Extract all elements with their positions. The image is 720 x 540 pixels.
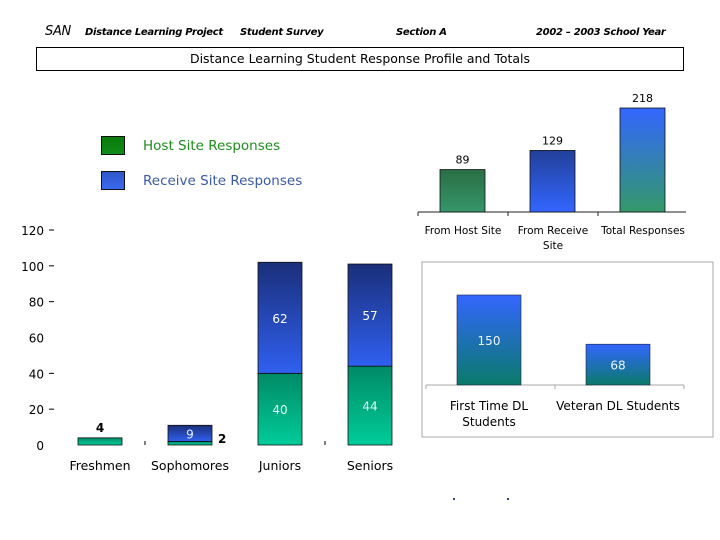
y-tick-label: 0 — [36, 439, 44, 453]
data-label-host: 4 — [96, 421, 104, 435]
data-label-receive: 62 — [272, 312, 287, 326]
x-tick-label: First Time DL — [450, 399, 528, 413]
y-tick-label: 20 — [29, 403, 44, 417]
x-tick-label: Sophomores — [151, 458, 229, 473]
x-tick-label: Veteran DL Students — [556, 399, 680, 413]
data-label-receive: 9 — [186, 427, 194, 441]
data-label: 68 — [610, 359, 625, 373]
x-tick-label: Total Responses — [600, 225, 685, 237]
data-label: 150 — [478, 334, 501, 348]
dl-experience-bar-chart: 150 68 First Time DL Students Veteran DL Stu… — [421, 261, 714, 438]
decorative-dot — [453, 498, 455, 500]
x-tick-label: From Receive — [518, 225, 588, 237]
data-label-host: 44 — [362, 400, 377, 414]
x-tick-label: Students — [462, 415, 516, 429]
data-label: 89 — [456, 154, 470, 167]
bar-host-sophomores — [167, 441, 213, 446]
y-tick-label: 80 — [29, 296, 44, 310]
x-tick-label: Juniors — [258, 458, 301, 473]
y-tick-label: 120 — [21, 224, 44, 238]
class-stacked-bar-chart: 0 20 40 60 80 100 120 Freshmen 4 Sophomores 2 9 Juni… — [21, 224, 393, 473]
decorative-dot — [507, 498, 509, 500]
charts-canvas: 0 20 40 60 80 100 120 Freshmen 4 Sophomores 2 9 Juni… — [21, 92, 714, 473]
bar-from-host-site — [439, 169, 486, 213]
x-tick-label: Site — [543, 240, 563, 252]
data-label-host: 2 — [218, 432, 226, 446]
response-totals-bar-chart: 89 129 218 From Host Site From Receive Site To… — [417, 92, 686, 252]
data-label: 218 — [632, 92, 653, 105]
x-tick-label: Seniors — [347, 458, 393, 473]
data-label-host: 40 — [272, 403, 287, 417]
x-tick-label: From Host Site — [425, 225, 502, 237]
y-tick-label: 60 — [29, 332, 44, 346]
bar-total-responses — [619, 107, 666, 213]
data-label: 129 — [542, 134, 563, 147]
x-tick-label: Freshmen — [69, 458, 130, 473]
y-tick-label: 100 — [21, 260, 44, 274]
data-label-receive: 57 — [362, 309, 377, 323]
y-tick-label: 40 — [29, 367, 44, 381]
bar-host-freshmen — [77, 437, 123, 446]
bar-from-receive-site — [529, 150, 576, 213]
